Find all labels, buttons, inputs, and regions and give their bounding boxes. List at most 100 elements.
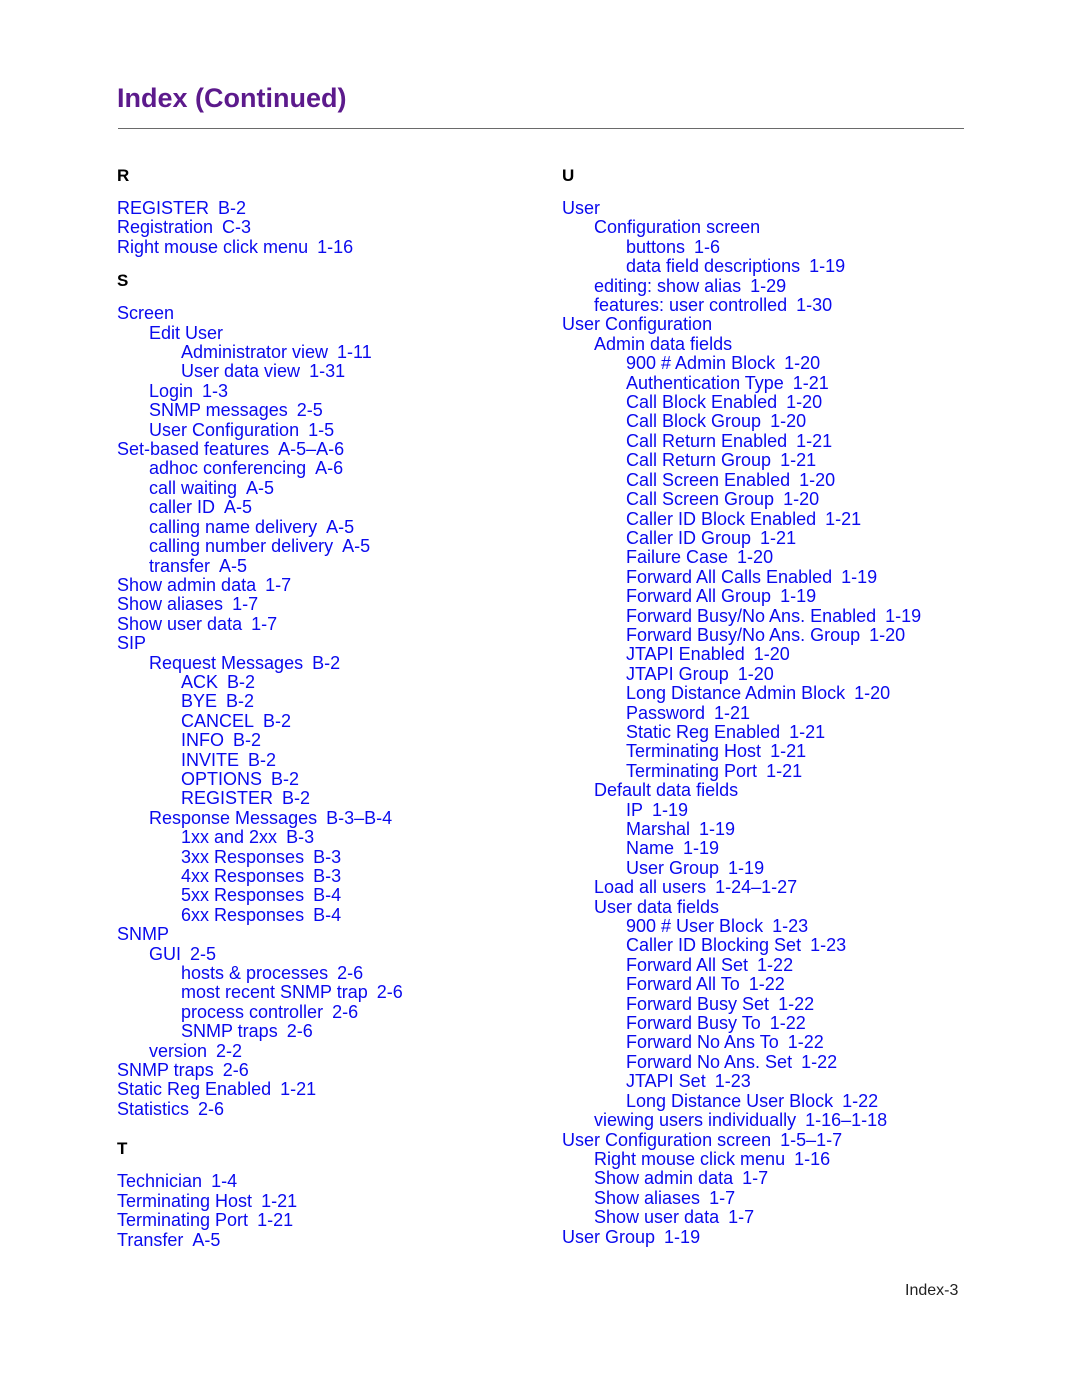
index-entry[interactable]: Login 1-3 <box>117 381 537 401</box>
page-reference-link[interactable]: 1-21 <box>793 373 829 393</box>
index-entry[interactable]: Name 1-19 <box>562 839 982 858</box>
page-reference-link[interactable]: 1-20 <box>869 625 905 645</box>
page-reference-link[interactable]: 2-6 <box>223 1060 249 1080</box>
page-reference-link[interactable]: 1-22 <box>788 1032 824 1052</box>
index-entry[interactable]: Authentication Type 1-21 <box>562 373 982 393</box>
page-reference-link[interactable]: 1-7 <box>728 1207 754 1227</box>
page-reference-link[interactable]: 1-29 <box>750 276 786 296</box>
page-reference-link[interactable]: 1-21 <box>780 450 816 470</box>
page-reference-link[interactable]: 1-7 <box>742 1168 768 1188</box>
page-reference-link[interactable]: 2-6 <box>198 1099 224 1119</box>
page-reference-link[interactable]: 1-19 <box>809 256 845 276</box>
index-entry[interactable]: buttons 1-6 <box>562 237 982 257</box>
page-reference-link[interactable]: B-2 <box>226 691 254 711</box>
index-entry[interactable]: JTAPI Group 1-20 <box>562 664 982 684</box>
page-reference-link[interactable]: 1-21 <box>825 509 861 529</box>
page-reference-link[interactable]: 1-22 <box>778 994 814 1014</box>
page-reference-link[interactable]: B-2 <box>282 788 310 808</box>
index-entry[interactable]: Terminating Host 1-21 <box>562 742 982 761</box>
page-reference-link[interactable]: 1-20 <box>738 664 774 684</box>
index-entry[interactable]: 1xx and 2xx B-3 <box>117 827 537 847</box>
index-entry[interactable]: transfer A-5 <box>117 556 537 576</box>
page-reference-link[interactable]: 1-21 <box>789 722 825 742</box>
index-entry[interactable]: hosts & processes 2-6 <box>117 963 537 983</box>
page-reference-link[interactable]: 1-20 <box>783 489 819 509</box>
index-entry[interactable]: Admin data fields <box>562 334 982 354</box>
index-entry[interactable]: SNMP traps 2-6 <box>117 1060 537 1080</box>
page-reference-link[interactable]: B-4 <box>313 905 341 925</box>
index-entry[interactable]: Call Block Group 1-20 <box>562 412 982 431</box>
index-entry[interactable]: 4xx Responses B-3 <box>117 866 537 886</box>
index-entry[interactable]: Call Return Enabled 1-21 <box>562 431 982 451</box>
page-reference-link[interactable]: 1-23 <box>715 1071 751 1091</box>
index-entry[interactable]: caller ID A-5 <box>117 498 537 517</box>
index-entry[interactable]: Configuration screen <box>562 218 982 237</box>
page-reference-link[interactable]: 1-19 <box>841 567 877 587</box>
index-entry[interactable]: Static Reg Enabled 1-21 <box>562 722 982 742</box>
page-reference-link[interactable]: 1-30 <box>796 295 832 315</box>
index-entry[interactable]: Forward Busy Set 1-22 <box>562 994 982 1014</box>
index-entry[interactable]: User Configuration 1-5 <box>117 420 537 440</box>
index-entry[interactable]: Marshal 1-19 <box>562 819 982 839</box>
page-reference-link[interactable]: 1-19 <box>885 606 921 626</box>
index-entry[interactable]: Right mouse click menu 1-16 <box>562 1149 982 1169</box>
index-entry[interactable]: version 2-2 <box>117 1041 537 1061</box>
index-entry[interactable]: Static Reg Enabled 1-21 <box>117 1080 537 1099</box>
index-entry[interactable]: viewing users individually 1-16–1-18 <box>562 1110 982 1130</box>
page-reference-link[interactable]: 2-6 <box>377 982 403 1002</box>
index-entry[interactable]: 5xx Responses B-4 <box>117 886 537 905</box>
page-reference-link[interactable]: 1-23 <box>772 916 808 936</box>
index-entry[interactable]: REGISTER B-2 <box>117 789 537 808</box>
index-entry[interactable]: Set-based features A-5–A-6 <box>117 439 537 459</box>
index-entry[interactable]: SNMP <box>117 925 537 944</box>
page-reference-link[interactable]: 1-24–1-27 <box>715 877 797 897</box>
page-reference-link[interactable]: 1-20 <box>786 392 822 412</box>
page-reference-link[interactable]: 1-22 <box>749 974 785 994</box>
index-entry[interactable]: Terminating Port 1-21 <box>117 1210 537 1230</box>
index-entry[interactable]: 900 # User Block 1-23 <box>562 916 982 936</box>
page-reference-link[interactable]: 1-4 <box>211 1171 237 1191</box>
page-reference-link[interactable]: 1-3 <box>202 381 228 401</box>
page-reference-link[interactable]: 1-19 <box>780 586 816 606</box>
index-entry[interactable]: Forward Busy To 1-22 <box>562 1013 982 1033</box>
index-entry[interactable]: SNMP traps 2-6 <box>117 1022 537 1041</box>
page-reference-link[interactable]: 1-16 <box>317 237 353 257</box>
page-reference-link[interactable]: 1-21 <box>280 1079 316 1099</box>
page-reference-link[interactable]: 1-19 <box>664 1227 700 1247</box>
page-reference-link[interactable]: 1-22 <box>801 1052 837 1072</box>
index-entry[interactable]: call waiting A-5 <box>117 478 537 498</box>
page-reference-link[interactable]: 1-21 <box>766 761 802 781</box>
page-reference-link[interactable]: 1-21 <box>760 528 796 548</box>
page-reference-link[interactable]: 1-21 <box>770 741 806 761</box>
index-entry[interactable]: Transfer A-5 <box>117 1230 537 1250</box>
page-reference-link[interactable]: 1-20 <box>770 411 806 431</box>
index-entry[interactable]: Forward All Set 1-22 <box>562 955 982 975</box>
index-entry[interactable]: OPTIONS B-2 <box>117 769 537 789</box>
page-reference-link[interactable]: 2-5 <box>297 400 323 420</box>
page-reference-link[interactable]: 1-7 <box>232 594 258 614</box>
page-reference-link[interactable]: B-3 <box>286 827 314 847</box>
index-entry[interactable]: Load all users 1-24–1-27 <box>562 878 982 897</box>
page-reference-link[interactable]: 1-21 <box>261 1191 297 1211</box>
index-entry[interactable]: calling name delivery A-5 <box>117 517 537 537</box>
page-reference-link[interactable]: A-5 <box>219 556 247 576</box>
page-reference-link[interactable]: 1-20 <box>737 547 773 567</box>
page-reference-link[interactable]: A-5 <box>246 478 274 498</box>
index-entry[interactable]: data field descriptions 1-19 <box>562 257 982 276</box>
index-entry[interactable]: INFO B-2 <box>117 730 537 750</box>
index-entry[interactable]: User Group 1-19 <box>562 1227 982 1247</box>
page-reference-link[interactable]: 1-31 <box>309 361 345 381</box>
index-entry[interactable]: User Configuration <box>562 315 982 334</box>
page-reference-link[interactable]: 1-19 <box>652 800 688 820</box>
page-reference-link[interactable]: 1-20 <box>799 470 835 490</box>
page-reference-link[interactable]: A-5 <box>192 1230 220 1250</box>
index-entry[interactable]: calling number delivery A-5 <box>117 536 537 556</box>
index-entry[interactable]: CANCEL B-2 <box>117 711 537 731</box>
index-entry[interactable]: Response Messages B-3–B-4 <box>117 808 537 828</box>
index-entry[interactable]: Registration C-3 <box>117 218 537 237</box>
index-entry[interactable]: most recent SNMP trap 2-6 <box>117 983 537 1002</box>
page-reference-link[interactable]: B-2 <box>233 730 261 750</box>
page-reference-link[interactable]: 1-16 <box>794 1149 830 1169</box>
page-reference-link[interactable]: 2-6 <box>332 1002 358 1022</box>
index-entry[interactable]: GUI 2-5 <box>117 944 537 964</box>
